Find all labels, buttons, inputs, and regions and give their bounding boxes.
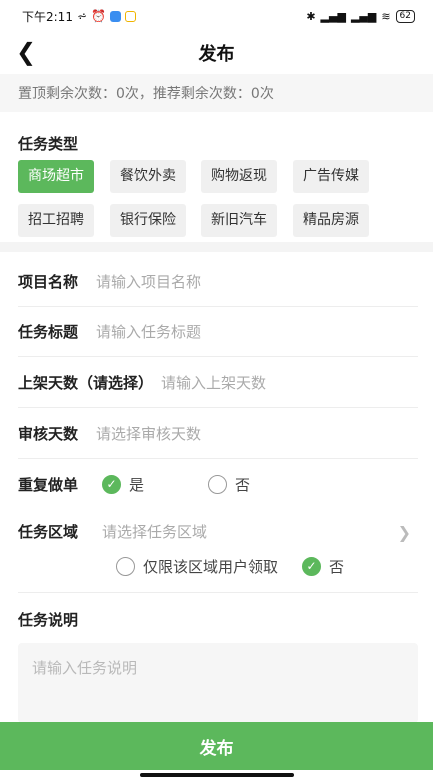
quota-text: 置顶剩余次数：0次，推荐剩余次数：0次 xyxy=(18,86,274,102)
repeat-order-row: 重复做单 ✓ 是 否 xyxy=(18,471,418,497)
task-desc-textarea[interactable]: 请输入任务说明 xyxy=(18,643,418,723)
quota-notice: 置顶剩余次数：0次，推荐剩余次数：0次 xyxy=(0,74,433,112)
status-bar: 下午2:11 ⩫ ⏰ ✱ ▂▄▆ ▂▄▆ ≋ 62 xyxy=(0,0,433,32)
task-area-label: 任务区域 xyxy=(18,522,79,541)
divider xyxy=(18,458,418,459)
listing-days-input[interactable]: 请输入上架天数 xyxy=(161,372,266,393)
back-arrow-icon[interactable]: ❮ xyxy=(16,40,36,64)
check-icon[interactable]: ✓ xyxy=(302,556,322,576)
task-desc-row: 任务说明 xyxy=(18,606,418,632)
wifi-icon: ≋ xyxy=(381,9,391,23)
divider xyxy=(18,592,418,593)
repeat-order-label: 重复做单 xyxy=(18,475,79,494)
app-icon-yellow xyxy=(124,10,136,22)
divider xyxy=(18,407,418,408)
restrict-label: 仅限该区域用户领取 xyxy=(143,557,279,576)
vibrate-icon: ⩫ xyxy=(76,9,88,23)
radio-unchecked-icon[interactable] xyxy=(208,474,228,494)
project-name-row[interactable]: 项目名称 请输入项目名称 xyxy=(18,268,418,294)
tag-recruitment[interactable]: 招工招聘 xyxy=(18,204,94,237)
repeat-no-option[interactable]: 否 xyxy=(208,474,250,495)
repeat-yes-option[interactable]: ✓ 是 xyxy=(102,474,144,495)
tag-food-delivery[interactable]: 餐饮外卖 xyxy=(110,160,186,193)
signal-icon: ▂▄▆ xyxy=(320,9,346,23)
review-days-row[interactable]: 审核天数 请选择审核天数 xyxy=(18,420,418,446)
task-title-label: 任务标题 xyxy=(18,322,79,341)
divider xyxy=(18,306,418,307)
restrict-no-label: 否 xyxy=(329,557,345,576)
publish-button[interactable]: 发布 xyxy=(0,722,433,770)
chevron-right-icon[interactable]: ❯ xyxy=(398,523,411,542)
section-separator xyxy=(0,242,433,252)
tag-real-estate[interactable]: 精品房源 xyxy=(293,204,369,237)
tag-advertising[interactable]: 广告传媒 xyxy=(293,160,369,193)
restrict-option[interactable]: 仅限该区域用户领取 xyxy=(116,556,278,577)
task-area-select[interactable]: 请选择任务区域 xyxy=(102,521,207,542)
app-icon-blue xyxy=(109,10,121,22)
divider xyxy=(18,356,418,357)
radio-unchecked-icon[interactable] xyxy=(116,556,135,576)
task-desc-label: 任务说明 xyxy=(18,610,79,629)
task-title-row[interactable]: 任务标题 请输入任务标题 xyxy=(18,318,418,344)
task-type-title: 任务类型 xyxy=(18,135,79,153)
review-days-label: 审核天数 xyxy=(18,424,79,443)
battery-icon: 62 xyxy=(395,9,415,23)
tag-cars[interactable]: 新旧汽车 xyxy=(201,204,277,237)
review-days-select[interactable]: 请选择审核天数 xyxy=(96,423,201,444)
repeat-no-label: 否 xyxy=(235,475,251,494)
check-icon[interactable]: ✓ xyxy=(102,474,122,494)
project-name-input[interactable]: 请输入项目名称 xyxy=(96,271,201,292)
nav-bar: ❮ 发布 xyxy=(0,32,433,74)
area-restrict-row: 仅限该区域用户领取 ✓ 否 xyxy=(116,553,416,579)
status-right: ✱ ▂▄▆ ▂▄▆ ≋ 62 xyxy=(306,9,415,23)
page-title: 发布 xyxy=(198,44,235,65)
signal-icon: ▂▄▆ xyxy=(350,9,377,23)
task-title-input[interactable]: 请输入任务标题 xyxy=(96,321,201,342)
alarm-icon: ⏰ xyxy=(91,9,106,23)
task-area-row[interactable]: 任务区域 请选择任务区域 xyxy=(18,518,418,544)
home-indicator[interactable] xyxy=(140,773,294,777)
tag-mall-supermarket[interactable]: 商场超市 xyxy=(18,160,94,193)
tag-cashback[interactable]: 购物返现 xyxy=(201,160,277,193)
status-left: 下午2:11 ⩫ ⏰ xyxy=(22,8,136,25)
status-time: 下午2:11 xyxy=(22,9,73,24)
listing-days-row[interactable]: 上架天数（请选择） 请输入上架天数 xyxy=(18,369,418,395)
project-name-label: 项目名称 xyxy=(18,272,79,291)
restrict-no-option[interactable]: ✓ 否 xyxy=(302,556,344,577)
bluetooth-icon: ✱ xyxy=(306,9,316,23)
tag-bank-insurance[interactable]: 银行保险 xyxy=(110,204,186,237)
repeat-yes-label: 是 xyxy=(129,475,145,494)
task-desc-placeholder: 请输入任务说明 xyxy=(32,659,138,677)
listing-days-label: 上架天数（请选择） xyxy=(18,373,154,392)
